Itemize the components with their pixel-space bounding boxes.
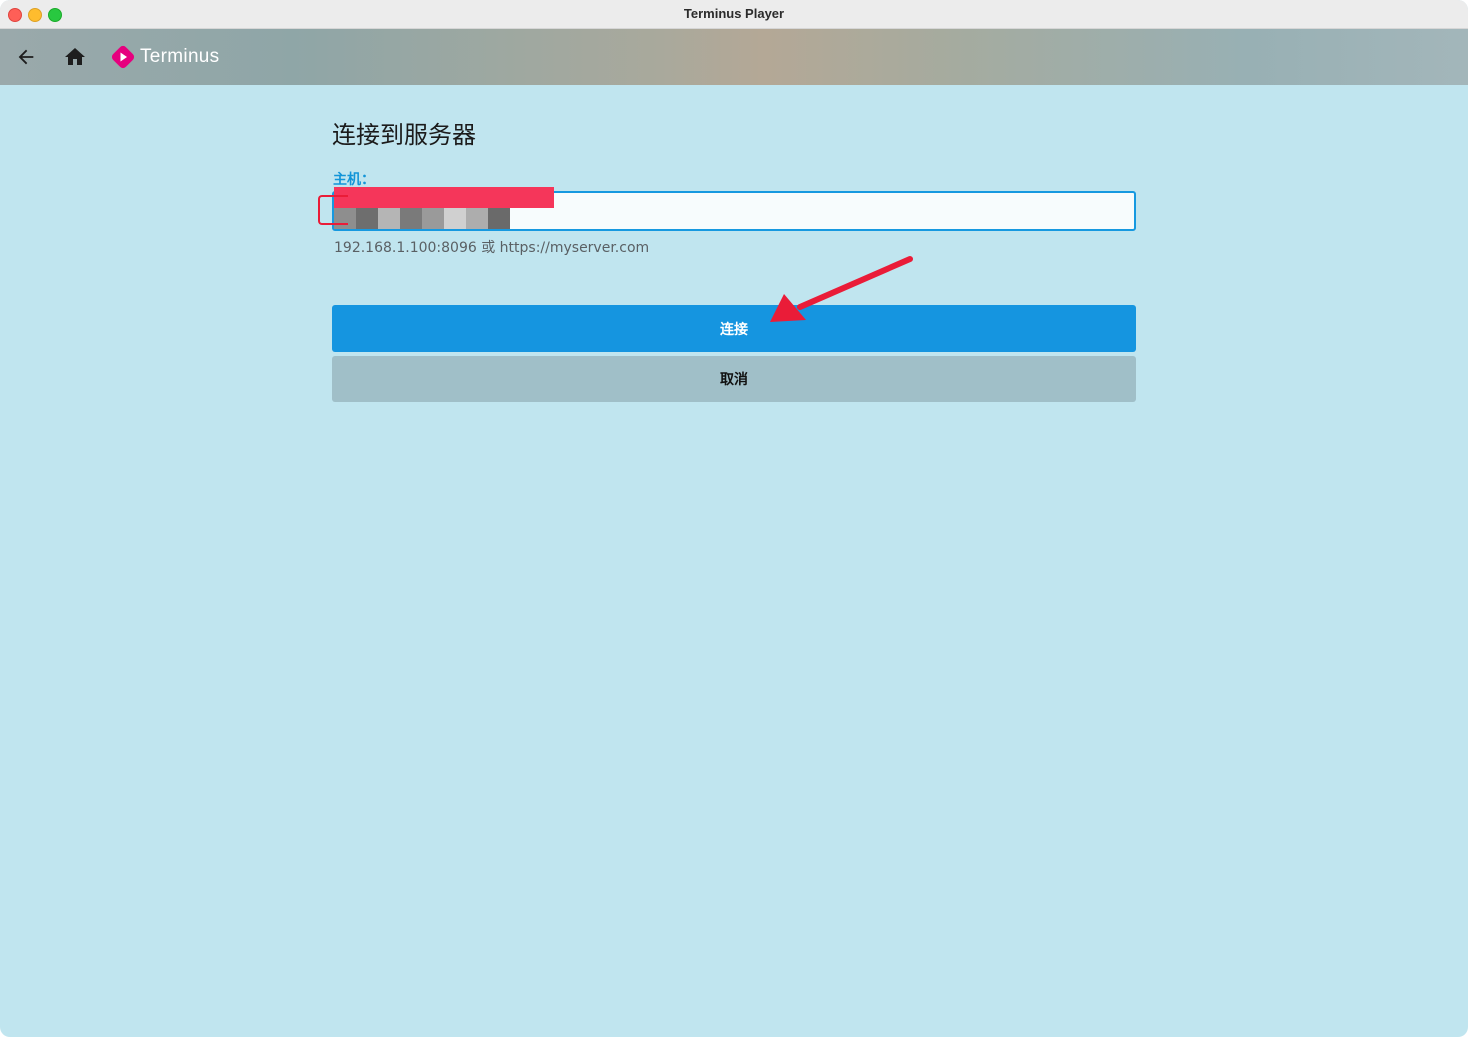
page-title: 连接到服务器 [332, 121, 476, 149]
window-title: Terminus Player [683, 6, 785, 21]
app-window: Terminus Player Terminus 连接到服务器 主机： 192.… [0, 0, 1468, 1037]
terminus-logo-icon [110, 44, 136, 70]
redaction-bar [334, 187, 554, 208]
host-helper-text: 192.168.1.100:8096 或 https://myserver.co… [334, 240, 650, 256]
host-label: 主机： [333, 172, 375, 188]
brand-name: Terminus [140, 46, 220, 67]
connect-button[interactable]: 连接 [332, 305, 1136, 352]
title-bar: Terminus Player [0, 0, 1468, 29]
annotation-arrow-icon [770, 256, 913, 322]
annotation-highlight-box [318, 195, 348, 225]
cancel-button[interactable]: 取消 [332, 356, 1136, 402]
home-icon[interactable] [61, 43, 89, 71]
pixelated-redaction [334, 208, 510, 229]
back-arrow-icon[interactable] [12, 43, 40, 71]
app-toolbar: Terminus [0, 29, 1468, 85]
brand-logo[interactable]: Terminus [110, 43, 219, 71]
